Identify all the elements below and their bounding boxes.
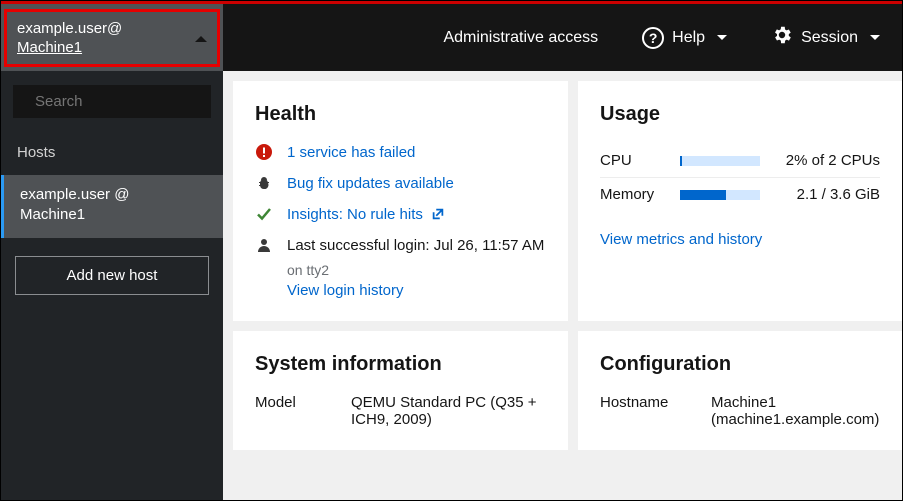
host-switcher-button[interactable]: example.user@ Machine1 — [1, 4, 223, 71]
session-label: Session — [801, 29, 858, 47]
help-menu-button[interactable]: ? Help — [620, 4, 749, 71]
search-field[interactable] — [13, 85, 211, 118]
health-card: Health 1 service has failed — [233, 81, 568, 321]
top-bar: example.user@ Machine1 Administrative ac… — [1, 4, 902, 71]
chevron-down-icon — [717, 35, 727, 40]
error-icon — [255, 144, 273, 160]
hostname-key: Hostname — [600, 394, 695, 428]
configuration-card: Configuration Hostname Machine1 (machine… — [578, 331, 902, 450]
user-icon — [255, 237, 273, 253]
service-failed-link[interactable]: 1 service has failed — [287, 144, 415, 161]
external-link-icon — [431, 207, 445, 221]
host-user-label: example.user @ — [20, 185, 207, 205]
config-title: Configuration — [600, 353, 880, 376]
cpu-bar — [680, 156, 760, 166]
session-menu-button[interactable]: Session — [749, 4, 902, 71]
search-input[interactable] — [35, 93, 234, 110]
health-title: Health — [255, 103, 546, 126]
usage-title: Usage — [600, 103, 880, 126]
memory-label: Memory — [600, 186, 670, 203]
caret-up-icon — [195, 36, 207, 42]
model-value: QEMU Standard PC (Q35 + ICH9, 2009) — [351, 394, 546, 428]
help-icon: ? — [642, 27, 664, 49]
add-host-button[interactable]: Add new host — [15, 256, 209, 295]
host-machine-label: Machine1 — [20, 205, 207, 225]
current-user-label: example.user@ — [17, 20, 187, 39]
sidebar: Hosts example.user @ Machine1 Add new ho… — [1, 71, 223, 500]
tty-text: on tty2 — [287, 262, 544, 278]
check-icon — [255, 206, 273, 222]
model-key: Model — [255, 394, 335, 428]
usage-row-cpu: CPU 2% of 2 CPUs — [600, 144, 880, 178]
usage-card: Usage CPU 2% of 2 CPUs Memory 2.1 / 3.6 … — [578, 81, 902, 321]
cpu-value: 2% of 2 CPUs — [786, 152, 880, 169]
hostname-value: Machine1 (machine1.example.com) — [711, 394, 880, 428]
view-metrics-link[interactable]: View metrics and history — [600, 231, 762, 248]
chevron-down-icon — [870, 35, 880, 40]
gear-icon — [771, 24, 793, 51]
usage-row-memory: Memory 2.1 / 3.6 GiB — [600, 178, 880, 211]
sidebar-host-item[interactable]: example.user @ Machine1 — [1, 175, 223, 238]
last-login-text: Last successful login: Jul 26, 11:57 AM — [287, 237, 544, 254]
bug-icon — [255, 175, 273, 191]
system-information-card: System information Model QEMU Standard P… — [233, 331, 568, 450]
bug-updates-link[interactable]: Bug fix updates available — [287, 175, 454, 192]
administrative-access-button[interactable]: Administrative access — [421, 4, 620, 71]
insights-label: Insights: No rule hits — [287, 206, 423, 223]
sysinfo-title: System information — [255, 353, 546, 376]
admin-access-label: Administrative access — [443, 29, 598, 47]
main-content: Health 1 service has failed — [223, 71, 902, 500]
current-machine-label: Machine1 — [17, 39, 82, 58]
memory-value: 2.1 / 3.6 GiB — [797, 186, 880, 203]
login-history-link[interactable]: View login history — [287, 282, 544, 299]
cpu-label: CPU — [600, 152, 670, 169]
insights-link[interactable]: Insights: No rule hits — [287, 206, 445, 223]
memory-bar — [680, 190, 760, 200]
hosts-section-label: Hosts — [1, 134, 223, 171]
help-label: Help — [672, 29, 705, 47]
